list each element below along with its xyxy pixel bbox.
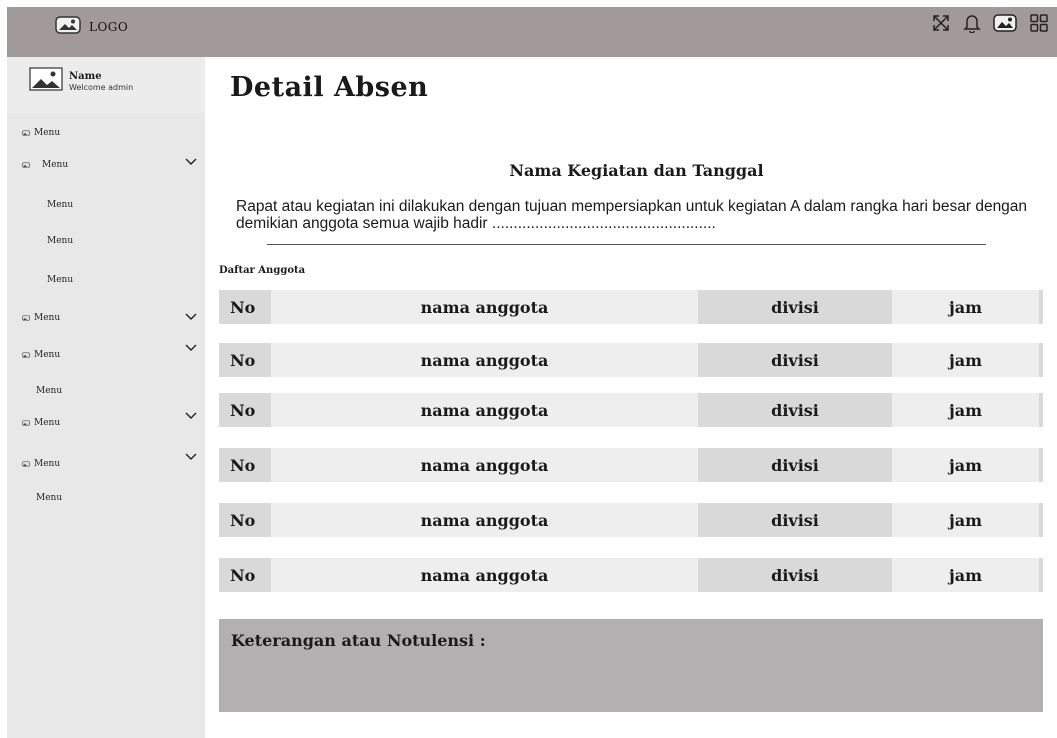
- cell-name: nama anggota: [271, 448, 698, 482]
- sidebar-subitem[interactable]: Menu: [47, 275, 73, 285]
- cell-time: jam: [892, 290, 1039, 324]
- sidebar-item-label: Menu: [34, 459, 61, 469]
- cell-name: nama anggota: [271, 290, 698, 324]
- divider: [267, 244, 986, 245]
- cell-no: No: [219, 343, 271, 377]
- sidebar-subitem[interactable]: Menu: [36, 493, 62, 503]
- row-edge: [1039, 503, 1043, 537]
- cell-no: No: [219, 558, 271, 592]
- sidebar-subitem[interactable]: Menu: [47, 200, 73, 210]
- page-title: Detail Absen: [230, 72, 429, 103]
- user-profile[interactable]: Name Welcome admin: [7, 57, 205, 113]
- grid-icon[interactable]: [1029, 13, 1049, 37]
- sidebar-item[interactable]: Menu: [22, 128, 60, 138]
- image-icon: [22, 130, 30, 136]
- image-icon: [55, 16, 81, 38]
- cell-division: divisi: [698, 558, 892, 592]
- table-row[interactable]: No nama anggota divisi jam: [219, 448, 1043, 482]
- table-row[interactable]: No nama anggota divisi jam: [219, 343, 1043, 377]
- cell-name: nama anggota: [271, 558, 698, 592]
- cell-name: nama anggota: [271, 343, 698, 377]
- image-icon[interactable]: [993, 14, 1017, 36]
- row-edge: [1039, 448, 1043, 482]
- member-section-label: Daftar Anggota: [219, 265, 306, 276]
- sidebar-subitem[interactable]: Menu: [47, 236, 73, 246]
- fullscreen-icon[interactable]: [931, 13, 951, 37]
- cell-division: divisi: [698, 393, 892, 427]
- logo-text: LOGO: [89, 20, 129, 34]
- row-edge: [1039, 393, 1043, 427]
- row-edge: [1039, 343, 1043, 377]
- table-row[interactable]: No nama anggota divisi jam: [219, 393, 1043, 427]
- cell-division: divisi: [698, 343, 892, 377]
- sidebar-item-label: Menu: [36, 493, 63, 503]
- cell-time: jam: [892, 393, 1039, 427]
- sidebar-item-label: Menu: [47, 200, 74, 210]
- notes-panel[interactable]: Keterangan atau Notulensi :: [219, 619, 1043, 712]
- bell-icon[interactable]: [963, 13, 981, 37]
- cell-time: jam: [892, 448, 1039, 482]
- cell-no: No: [219, 503, 271, 537]
- chevron-down-icon[interactable]: [185, 412, 197, 420]
- image-icon: [22, 352, 30, 358]
- table-row[interactable]: No nama anggota divisi jam: [219, 290, 1043, 324]
- event-title: Nama Kegiatan dan Tanggal: [509, 161, 764, 180]
- sidebar-item[interactable]: Menu: [22, 313, 60, 323]
- chevron-down-icon[interactable]: [185, 453, 197, 461]
- cell-division: divisi: [698, 448, 892, 482]
- sidebar-item-label: Menu: [34, 313, 61, 323]
- cell-no: No: [219, 290, 271, 324]
- image-icon: [22, 461, 30, 467]
- profile-welcome: Welcome admin: [69, 83, 134, 92]
- sidebar-item[interactable]: Menu: [22, 350, 60, 360]
- sidebar-item[interactable]: Menu: [22, 418, 60, 428]
- sidebar-item[interactable]: Menu: [22, 459, 60, 469]
- sidebar-item-label: Menu: [34, 418, 61, 428]
- table-row[interactable]: No nama anggota divisi jam: [219, 558, 1043, 592]
- sidebar-item-label: Menu: [47, 275, 74, 285]
- sidebar-item-label: Menu: [34, 350, 61, 360]
- chevron-down-icon[interactable]: [185, 344, 197, 352]
- logo[interactable]: LOGO: [55, 16, 128, 38]
- row-edge: [1039, 558, 1043, 592]
- table-row[interactable]: No nama anggota divisi jam: [219, 503, 1043, 537]
- sidebar-item-label: Menu: [36, 386, 63, 396]
- cell-time: jam: [892, 343, 1039, 377]
- top-bar: [7, 7, 1057, 57]
- cell-time: jam: [892, 558, 1039, 592]
- row-edge: [1039, 290, 1043, 324]
- cell-name: nama anggota: [271, 393, 698, 427]
- sidebar-item-label: Menu: [47, 236, 74, 246]
- profile-name: Name: [69, 71, 102, 82]
- header-icons: [931, 13, 1049, 37]
- image-icon: [22, 420, 30, 426]
- cell-no: No: [219, 393, 271, 427]
- cell-division: divisi: [698, 290, 892, 324]
- notes-label: Keterangan atau Notulensi :: [231, 631, 486, 650]
- cell-no: No: [219, 448, 271, 482]
- avatar: [29, 67, 63, 95]
- cell-division: divisi: [698, 503, 892, 537]
- sidebar-item-label: Menu: [34, 128, 61, 138]
- cell-name: nama anggota: [271, 503, 698, 537]
- image-icon: [22, 315, 30, 321]
- cell-time: jam: [892, 503, 1039, 537]
- chevron-down-icon[interactable]: [185, 313, 197, 321]
- event-description: Rapat atau kegiatan ini dilakukan dengan…: [236, 198, 1028, 232]
- sidebar-subitem[interactable]: Menu: [36, 386, 62, 396]
